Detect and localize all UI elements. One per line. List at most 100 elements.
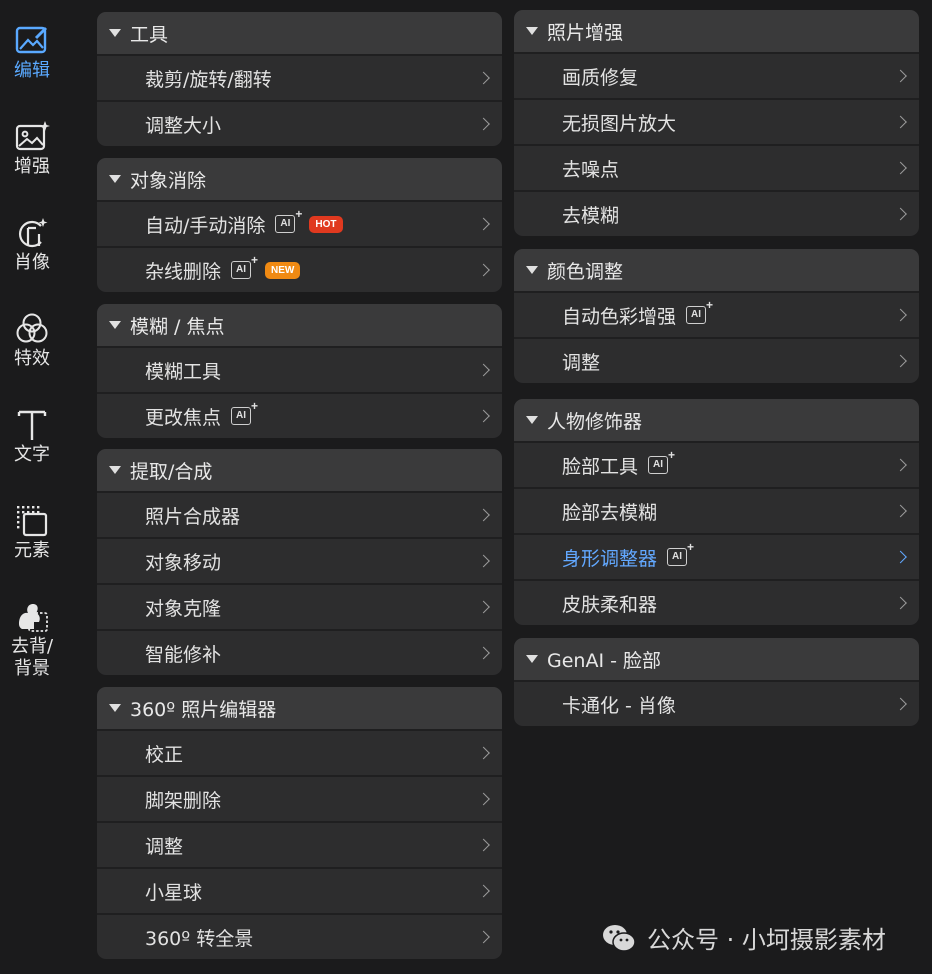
menu-item-label: 自动/手动消除 xyxy=(145,214,266,237)
caret-down-icon xyxy=(109,175,121,183)
menu-item-label: 身形调整器 xyxy=(562,547,658,570)
menu-item-label: 皮肤柔和器 xyxy=(562,593,658,616)
caret-down-icon xyxy=(109,704,121,712)
chevron-right-icon xyxy=(894,69,907,83)
menu-item-label: 照片合成器 xyxy=(145,505,241,528)
sidebar-label-text: 文字 xyxy=(14,444,50,465)
menu-item-lossless-upscale[interactable]: 无损图片放大 xyxy=(514,98,919,144)
panel-360-editor: 360º 照片编辑器 校正 脚架删除 调整 小星球 360º 转全景 xyxy=(97,687,502,959)
menu-item-object-clone[interactable]: 对象克隆 xyxy=(97,583,502,629)
chevron-right-icon xyxy=(477,746,490,760)
menu-item-face-deblur[interactable]: 脸部去模糊 xyxy=(514,487,919,533)
caret-down-icon xyxy=(109,466,121,474)
menu-item-object-move[interactable]: 对象移动 xyxy=(97,537,502,583)
menu-item-label: 校正 xyxy=(145,743,184,766)
sidebar-item-portrait[interactable]: 肖像 xyxy=(0,216,64,274)
ai-icon: AI xyxy=(275,207,302,233)
chevron-right-icon xyxy=(894,354,907,368)
panel-header-genai-face[interactable]: GenAI - 脸部 xyxy=(514,638,919,680)
panel-header-360-editor[interactable]: 360º 照片编辑器 xyxy=(97,687,502,729)
panel-tools: 工具 裁剪/旋转/翻转 调整大小 xyxy=(97,12,502,146)
menu-item-skin-softener[interactable]: 皮肤柔和器 xyxy=(514,579,919,625)
menu-item-label: 卡通化 - 肖像 xyxy=(562,694,676,717)
panel-title: 对象消除 xyxy=(130,169,207,192)
sidebar-label-enhance: 增强 xyxy=(14,156,50,177)
panel-header-color-adjust[interactable]: 颜色调整 xyxy=(514,249,919,291)
panel-title: 模糊 / 焦点 xyxy=(130,315,225,338)
menu-item-label: 画质修复 xyxy=(562,66,639,89)
menu-item-auto-color-enhance[interactable]: 自动色彩增强 AI xyxy=(514,291,919,337)
menu-item-wire-removal[interactable]: 杂线删除 AI NEW xyxy=(97,246,502,292)
menu-item-label: 杂线删除 xyxy=(145,260,222,283)
panel-header-tools[interactable]: 工具 xyxy=(97,12,502,54)
menu-item-change-focus[interactable]: 更改焦点 AI xyxy=(97,392,502,438)
chevron-right-icon xyxy=(477,409,490,423)
panel-blur-focus: 模糊 / 焦点 模糊工具 更改焦点 AI xyxy=(97,304,502,438)
menu-item-360-to-panorama[interactable]: 360º 转全景 xyxy=(97,913,502,959)
chevron-right-icon xyxy=(477,554,490,568)
menu-item-label: 模糊工具 xyxy=(145,360,222,383)
sidebar-item-edit[interactable]: 编辑 xyxy=(0,24,64,82)
menu-item-adjust-360[interactable]: 调整 xyxy=(97,821,502,867)
chevron-right-icon xyxy=(477,884,490,898)
panel-header-retoucher[interactable]: 人物修饰器 xyxy=(514,399,919,441)
menu-item-resize[interactable]: 调整大小 xyxy=(97,100,502,146)
chevron-right-icon xyxy=(894,115,907,129)
panel-title: GenAI - 脸部 xyxy=(547,649,661,672)
panel-header-extract-compose[interactable]: 提取/合成 xyxy=(97,449,502,491)
chevron-right-icon xyxy=(894,550,907,564)
menu-item-smart-patch[interactable]: 智能修补 xyxy=(97,629,502,675)
new-badge: NEW xyxy=(265,261,301,279)
chevron-right-icon xyxy=(894,458,907,472)
edit-image-icon xyxy=(15,26,48,54)
menu-item-correction[interactable]: 校正 xyxy=(97,729,502,775)
menu-item-photo-composer[interactable]: 照片合成器 xyxy=(97,491,502,537)
menu-item-deblur[interactable]: 去模糊 xyxy=(514,190,919,236)
menu-item-face-tools[interactable]: 脸部工具 AI xyxy=(514,441,919,487)
menu-item-denoise[interactable]: 去噪点 xyxy=(514,144,919,190)
elements-icon xyxy=(17,506,48,537)
panel-header-photo-enhance[interactable]: 照片增强 xyxy=(514,10,919,52)
panel-color-adjust: 颜色调整 自动色彩增强 AI 调整 xyxy=(514,249,919,383)
menu-item-quality-repair[interactable]: 画质修复 xyxy=(514,52,919,98)
menu-item-cartoonize-portrait[interactable]: 卡通化 - 肖像 xyxy=(514,680,919,726)
panel-title: 颜色调整 xyxy=(547,260,624,283)
panel-title: 人物修饰器 xyxy=(547,410,643,433)
sidebar-label-elements: 元素 xyxy=(14,540,50,561)
menu-item-auto-manual-remove[interactable]: 自动/手动消除 AI HOT xyxy=(97,200,502,246)
menu-item-body-shaper[interactable]: 身形调整器 AI xyxy=(514,533,919,579)
chevron-right-icon xyxy=(894,504,907,518)
chevron-right-icon xyxy=(477,508,490,522)
menu-item-label: 去噪点 xyxy=(562,158,620,181)
menu-item-label: 脸部工具 xyxy=(562,455,639,478)
wechat-icon xyxy=(603,924,636,952)
menu-item-label: 自动色彩增强 xyxy=(562,305,677,328)
sidebar: 编辑 增强 肖像 特效 文字 元素 去背/ 背景 xyxy=(0,0,64,974)
panel-header-object-removal[interactable]: 对象消除 xyxy=(97,158,502,200)
chevron-right-icon xyxy=(477,838,490,852)
menu-item-little-planet[interactable]: 小星球 xyxy=(97,867,502,913)
menu-item-tripod-removal[interactable]: 脚架删除 xyxy=(97,775,502,821)
sidebar-item-remove-background[interactable]: 去背/ 背景 xyxy=(0,600,64,680)
panel-retoucher: 人物修饰器 脸部工具 AI 脸部去模糊 身形调整器 AI 皮肤柔和器 xyxy=(514,399,919,625)
panel-genai-face: GenAI - 脸部 卡通化 - 肖像 xyxy=(514,638,919,726)
sidebar-item-elements[interactable]: 元素 xyxy=(0,504,64,562)
menu-item-color-adjust[interactable]: 调整 xyxy=(514,337,919,383)
menu-item-blur-tool[interactable]: 模糊工具 xyxy=(97,346,502,392)
menu-item-crop-rotate-flip[interactable]: 裁剪/旋转/翻转 xyxy=(97,54,502,100)
ai-icon: AI xyxy=(686,298,713,324)
sidebar-item-text[interactable]: 文字 xyxy=(0,408,64,466)
sidebar-item-enhance[interactable]: 增强 xyxy=(0,120,64,178)
caret-down-icon xyxy=(526,27,538,35)
ai-icon: AI xyxy=(667,540,694,566)
chevron-right-icon xyxy=(894,207,907,221)
panel-header-blur-focus[interactable]: 模糊 / 焦点 xyxy=(97,304,502,346)
hot-badge: HOT xyxy=(309,215,343,233)
chevron-right-icon xyxy=(477,117,490,131)
caret-down-icon xyxy=(109,321,121,329)
sidebar-item-effects[interactable]: 特效 xyxy=(0,312,64,370)
caret-down-icon xyxy=(526,655,538,663)
chevron-right-icon xyxy=(477,600,490,614)
menu-item-label: 脸部去模糊 xyxy=(562,501,658,524)
panel-title: 工具 xyxy=(130,23,169,46)
